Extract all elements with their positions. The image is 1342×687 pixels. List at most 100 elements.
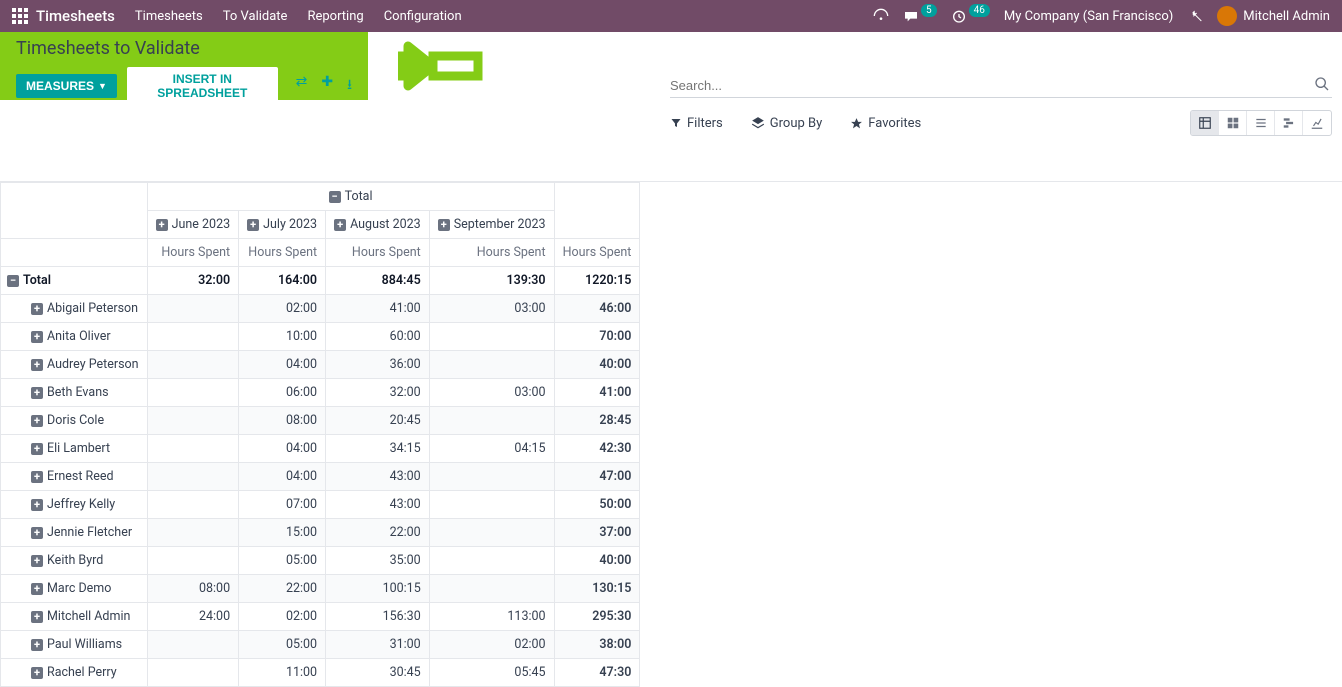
expand-icon[interactable]: + (156, 219, 168, 231)
data-cell (429, 407, 554, 435)
row-header[interactable]: +Keith Byrd (1, 547, 148, 575)
row-header[interactable]: +Eli Lambert (1, 435, 148, 463)
view-list-icon[interactable] (1247, 111, 1275, 135)
row-header[interactable]: +Paul Williams (1, 631, 148, 659)
favorites-button[interactable]: Favorites (850, 116, 921, 131)
data-cell: 100:15 (326, 575, 430, 603)
data-cell: 31:00 (326, 631, 430, 659)
col-total-header[interactable]: −Total (147, 183, 554, 211)
data-cell: 35:00 (326, 547, 430, 575)
expand-icon[interactable]: + (31, 555, 43, 567)
expand-icon[interactable]: + (334, 219, 346, 231)
data-cell: 10:00 (239, 323, 326, 351)
expand-icon[interactable]: + (31, 443, 43, 455)
view-kanban-icon[interactable] (1219, 111, 1247, 135)
timer-icon[interactable]: 46 (951, 8, 990, 24)
company-switcher[interactable]: My Company (San Francisco) (1004, 9, 1173, 24)
data-cell: 04:15 (429, 435, 554, 463)
timer-badge: 46 (969, 4, 990, 17)
expand-icon[interactable]: + (31, 583, 43, 595)
expand-icon[interactable]: + (31, 415, 43, 427)
collapse-icon[interactable]: − (329, 191, 341, 203)
view-gantt-icon[interactable] (1275, 111, 1303, 135)
expand-icon[interactable]: + (31, 639, 43, 651)
row-header[interactable]: +Jeffrey Kelly (1, 491, 148, 519)
col-header[interactable]: +August 2023 (326, 211, 430, 239)
data-cell: 04:00 (239, 435, 326, 463)
row-header[interactable]: +Marc Demo (1, 575, 148, 603)
row-header[interactable]: +Beth Evans (1, 379, 148, 407)
col-header[interactable]: +September 2023 (429, 211, 554, 239)
flip-axis-icon[interactable]: ⇄ (296, 74, 308, 98)
total-cell: 1220:15 (554, 267, 640, 295)
data-cell: 34:15 (326, 435, 430, 463)
expand-icon[interactable]: + (31, 331, 43, 343)
row-header[interactable]: +Doris Cole (1, 407, 148, 435)
data-cell: 46:00 (554, 295, 640, 323)
measures-button[interactable]: MEASURES ▼ (16, 74, 117, 98)
row-total-header[interactable]: −Total (1, 267, 148, 295)
expand-icon[interactable]: + (31, 471, 43, 483)
collapse-icon[interactable]: − (7, 275, 19, 287)
filters-button[interactable]: Filters (670, 116, 723, 131)
data-cell: 60:00 (326, 323, 430, 351)
expand-icon[interactable]: + (31, 611, 43, 623)
debug-icon[interactable] (1187, 8, 1203, 24)
data-cell: 05:00 (239, 547, 326, 575)
measure-header: Hours Spent (429, 239, 554, 267)
data-cell: 41:00 (554, 379, 640, 407)
data-cell: 07:00 (239, 491, 326, 519)
nav-timesheets[interactable]: Timesheets (135, 9, 203, 24)
pivot-table: −Total +June 2023+July 2023+August 2023+… (0, 182, 640, 687)
row-header[interactable]: +Jennie Fletcher (1, 519, 148, 547)
data-cell (429, 575, 554, 603)
row-header[interactable]: +Ernest Reed (1, 463, 148, 491)
data-cell: 02:00 (239, 295, 326, 323)
nav-reporting[interactable]: Reporting (307, 9, 363, 24)
data-cell: 43:00 (326, 463, 430, 491)
row-header[interactable]: +Abigail Peterson (1, 295, 148, 323)
row-header[interactable]: +Rachel Perry (1, 659, 148, 687)
row-header[interactable]: +Anita Oliver (1, 323, 148, 351)
expand-icon[interactable]: + (247, 219, 259, 231)
user-menu[interactable]: Mitchell Admin (1217, 6, 1330, 26)
row-header[interactable]: +Audrey Peterson (1, 351, 148, 379)
col-header[interactable]: +June 2023 (147, 211, 239, 239)
expand-icon[interactable]: + (31, 303, 43, 315)
app-brand[interactable]: Timesheets (36, 7, 115, 25)
measure-header: Hours Spent (554, 239, 640, 267)
expand-all-icon[interactable]: ✚ (321, 74, 333, 98)
view-graph-icon[interactable] (1303, 111, 1331, 135)
insert-spreadsheet-button[interactable]: INSERT IN SPREADSHEET (127, 67, 278, 105)
data-cell: 130:15 (554, 575, 640, 603)
apps-icon[interactable] (12, 8, 28, 24)
expand-icon[interactable]: + (31, 387, 43, 399)
nav-to-validate[interactable]: To Validate (223, 9, 288, 24)
messaging-icon[interactable]: 5 (903, 8, 937, 24)
data-cell: 28:45 (554, 407, 640, 435)
view-pivot-icon[interactable] (1191, 111, 1219, 135)
expand-icon[interactable]: + (31, 527, 43, 539)
nav-configuration[interactable]: Configuration (384, 9, 462, 24)
expand-icon[interactable]: + (31, 359, 43, 371)
expand-icon[interactable]: + (31, 667, 43, 679)
groupby-button[interactable]: Group By (751, 116, 823, 131)
data-cell: 05:45 (429, 659, 554, 687)
data-cell (429, 463, 554, 491)
measure-header: Hours Spent (147, 239, 239, 267)
measure-header: Hours Spent (239, 239, 326, 267)
col-header[interactable]: +July 2023 (239, 211, 326, 239)
data-cell (147, 379, 239, 407)
data-cell: 37:00 (554, 519, 640, 547)
data-cell (147, 491, 239, 519)
expand-icon[interactable]: + (31, 499, 43, 511)
data-cell (147, 435, 239, 463)
data-cell: 22:00 (239, 575, 326, 603)
expand-icon[interactable]: + (438, 219, 450, 231)
data-cell: 30:45 (326, 659, 430, 687)
data-cell (429, 323, 554, 351)
notifications-icon[interactable] (873, 8, 889, 24)
data-cell (147, 463, 239, 491)
download-icon[interactable]: ⭳ (347, 74, 352, 98)
row-header[interactable]: +Mitchell Admin (1, 603, 148, 631)
